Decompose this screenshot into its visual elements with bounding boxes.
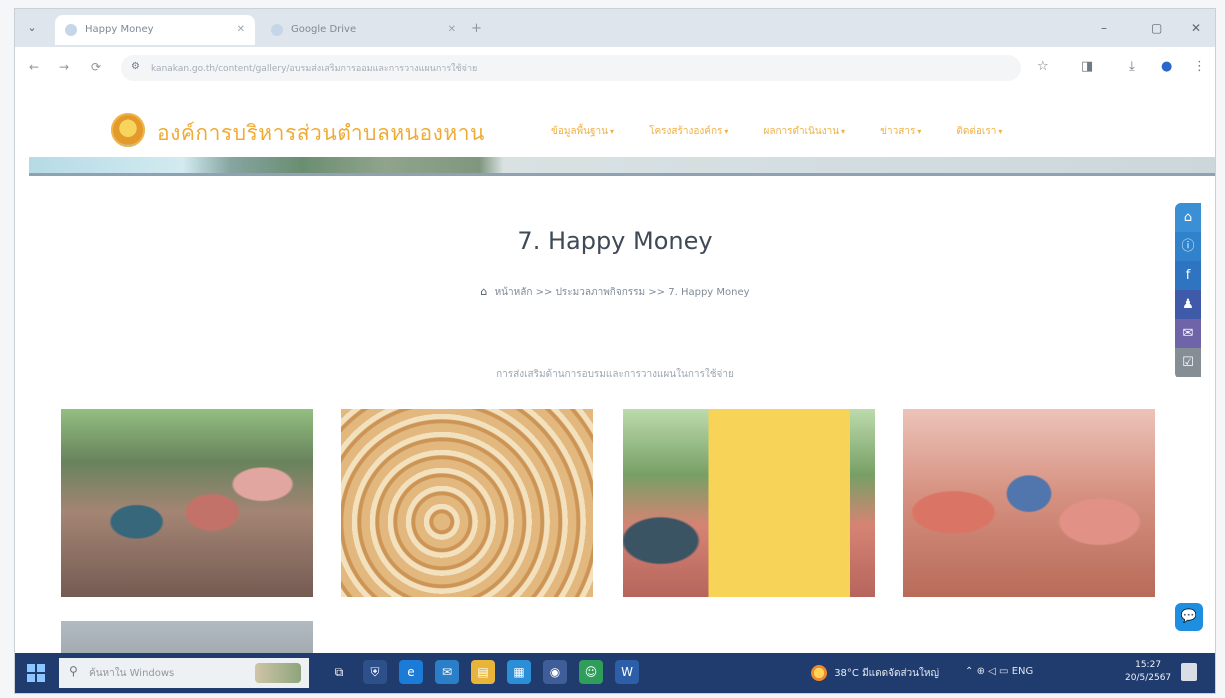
breadcrumb-separator: >> — [535, 287, 553, 298]
battery-icon[interactable]: ▭ — [999, 666, 1008, 677]
page-title: 7. Happy Money — [517, 227, 713, 255]
drive-favicon-icon — [271, 24, 283, 36]
tab-label: Google Drive — [291, 24, 357, 35]
chevron-down-icon: ▾ — [609, 127, 614, 136]
mail-app-icon[interactable]: ✉ — [435, 660, 459, 684]
windows-start-icon[interactable] — [27, 664, 45, 682]
screenshot-frame: ⌄ Happy Money ✕ Google Drive ✕ + – ▢ ✕ ←… — [14, 8, 1216, 694]
site-title[interactable]: องค์การบริหารส่วนตำบลหนองหาน — [157, 117, 485, 150]
weather-sun-icon — [811, 665, 827, 681]
browser-tab-strip: ⌄ Happy Money ✕ Google Drive ✕ + – ▢ ✕ — [15, 9, 1215, 47]
nav-item-label: ติดต่อเรา — [956, 126, 997, 137]
chevron-down-icon: ▾ — [724, 127, 729, 136]
weather-text: 38°C มีแดดจัดส่วนใหญ่ — [834, 668, 940, 679]
close-window-button[interactable]: ✕ — [1191, 21, 1201, 35]
windows-taskbar: ⚲ ค้นหาใน Windows ⧉ ⛨ e ✉ ▤ ▦ ◉ ☺ W 38°C… — [15, 653, 1215, 693]
floating-side-bar: ⌂ ⓘ f ♟ ✉ ☑ — [1175, 203, 1201, 379]
star-icon[interactable]: ☆ — [1037, 59, 1049, 74]
breadcrumb: ⌂ หน้าหลัก >> ประมวลภาพกิจกรรม >> 7. Hap… — [15, 285, 1215, 300]
nav-item-label: ข้อมูลพื้นฐาน — [551, 126, 608, 137]
header-divider — [29, 173, 1215, 176]
taskbar-search-box[interactable]: ⚲ ค้นหาใน Windows — [59, 658, 309, 688]
gallery-photo-3[interactable] — [623, 409, 875, 597]
nav-item-structure[interactable]: โครงสร้างองค์กร ▾ — [649, 124, 728, 139]
tab-google-drive[interactable]: Google Drive ✕ — [261, 15, 466, 45]
edge-browser-icon[interactable]: e — [399, 660, 423, 684]
sidebar-facebook-icon[interactable]: f — [1175, 261, 1201, 290]
word-app-icon[interactable]: W — [615, 660, 639, 684]
download-icon[interactable]: ⤓ — [1129, 59, 1135, 74]
task-view-icon[interactable]: ⧉ — [327, 660, 351, 684]
language-indicator[interactable]: ENG — [1012, 666, 1034, 677]
gallery-photo-2[interactable] — [341, 409, 593, 597]
notification-center-icon[interactable] — [1181, 663, 1197, 681]
search-highlight-image — [255, 663, 301, 683]
extensions-icon[interactable]: ◨ — [1081, 59, 1093, 74]
breadcrumb-home-link[interactable]: หน้าหลัก — [495, 287, 533, 298]
nav-item-label: โครงสร้างองค์กร — [649, 126, 723, 137]
nav-item-basic-info[interactable]: ข้อมูลพื้นฐาน ▾ — [551, 124, 614, 139]
tab-label: Happy Money — [85, 24, 154, 35]
site-logo[interactable] — [111, 113, 145, 147]
nav-item-label: ผลการดำเนินงาน — [763, 126, 840, 137]
breadcrumb-current: 7. Happy Money — [668, 287, 750, 298]
security-app-icon[interactable]: ⛨ — [363, 660, 387, 684]
maximize-button[interactable]: ▢ — [1151, 21, 1162, 35]
chevron-down-icon: ▾ — [917, 127, 922, 136]
site-favicon-icon — [65, 24, 77, 36]
address-bar[interactable]: ⚙ kanakan.go.th/content/gallery/อบรมส่งเ… — [121, 55, 1021, 81]
clock-date: 20/5/2567 — [1125, 673, 1172, 683]
album-description: การส่งเสริมด้านการอบรมและการวางแผนในการใ… — [496, 369, 734, 380]
forward-button[interactable]: → — [59, 60, 69, 74]
back-button[interactable]: ← — [29, 60, 39, 74]
nav-item-results[interactable]: ผลการดำเนินงาน ▾ — [763, 124, 845, 139]
tab-happy-money[interactable]: Happy Money ✕ — [55, 15, 255, 45]
clock-time: 15:27 — [1135, 660, 1162, 670]
weather-widget[interactable]: 38°C มีแดดจัดส่วนใหญ่ — [811, 665, 939, 681]
close-tab-icon[interactable]: ✕ — [448, 15, 456, 45]
sidebar-mail-icon[interactable]: ✉ — [1175, 319, 1201, 348]
nav-item-label: ข่าวสาร — [880, 126, 916, 137]
file-explorer-icon[interactable]: ▤ — [471, 660, 495, 684]
volume-icon[interactable]: ◁ — [988, 666, 996, 677]
gallery-photo-1[interactable] — [61, 409, 313, 597]
breadcrumb-section-link[interactable]: ประมวลภาพกิจกรรม — [556, 287, 646, 298]
nav-item-news[interactable]: ข่าวสาร ▾ — [880, 124, 921, 139]
line-app-icon[interactable]: ☺ — [579, 660, 603, 684]
profile-icon[interactable]: ● — [1161, 59, 1172, 74]
site-header: องค์การบริหารส่วนตำบลหนองหาน ข้อมูลพื้นฐ… — [15, 89, 1215, 161]
menu-icon[interactable]: ⋮ — [1193, 59, 1206, 74]
tray-chevron-icon[interactable]: ⌃ — [965, 666, 973, 677]
browser-address-row: ← → ⟳ ⚙ kanakan.go.th/content/gallery/อบ… — [15, 47, 1215, 89]
close-tab-icon[interactable]: ✕ — [237, 15, 245, 45]
chevron-down-icon: ▾ — [998, 127, 1003, 136]
site-main-nav: ข้อมูลพื้นฐาน ▾ โครงสร้างองค์กร ▾ ผลการดำเ… — [551, 119, 1032, 139]
network-icon[interactable]: ⊕ — [977, 666, 985, 677]
chrome-browser-icon[interactable]: ◉ — [543, 660, 567, 684]
new-tab-button[interactable]: + — [471, 21, 482, 36]
reload-button[interactable]: ⟳ — [91, 60, 101, 74]
chat-icon[interactable]: 💬 — [1175, 603, 1203, 631]
sidebar-home-icon[interactable]: ⌂ — [1175, 203, 1201, 232]
site-info-icon[interactable]: ⚙ — [131, 61, 143, 73]
gallery-photo-4[interactable] — [903, 409, 1155, 597]
home-icon[interactable]: ⌂ — [480, 285, 487, 298]
taskbar-clock[interactable]: 15:27 20/5/2567 — [1125, 659, 1171, 685]
url-text[interactable]: kanakan.go.th/content/gallery/อบรมส่งเสร… — [151, 61, 477, 75]
search-icon: ⚲ — [69, 664, 78, 678]
minimize-button[interactable]: – — [1101, 21, 1107, 35]
nav-item-contact[interactable]: ติดต่อเรา ▾ — [956, 124, 1002, 139]
tab-search-menu-icon[interactable]: ⌄ — [23, 19, 41, 37]
sidebar-info-icon[interactable]: ⓘ — [1175, 232, 1201, 261]
chevron-down-icon: ▾ — [841, 127, 846, 136]
store-app-icon[interactable]: ▦ — [507, 660, 531, 684]
system-tray: ⌃ ⊕ ◁ ▭ ENG — [965, 666, 1033, 677]
breadcrumb-separator: >> — [648, 287, 666, 298]
taskbar-search-placeholder: ค้นหาใน Windows — [89, 668, 175, 679]
sidebar-checklist-icon[interactable]: ☑ — [1175, 348, 1201, 377]
sidebar-user-icon[interactable]: ♟ — [1175, 290, 1201, 319]
